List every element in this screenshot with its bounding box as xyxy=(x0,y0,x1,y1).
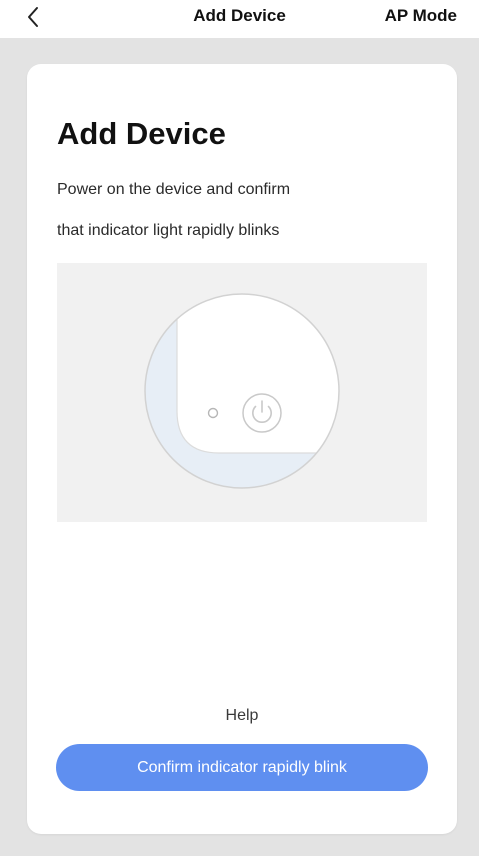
chevron-left-icon xyxy=(28,7,38,27)
add-device-card: Add Device Power on the device and confi… xyxy=(27,64,457,834)
instruction-line-2: that indicator light rapidly blinks xyxy=(57,222,280,239)
confirm-indicator-button[interactable]: Confirm indicator rapidly blink xyxy=(56,744,428,791)
device-illustration xyxy=(57,263,427,522)
card-title: Add Device xyxy=(57,116,226,151)
ap-mode-button[interactable]: AP Mode xyxy=(385,6,457,26)
navigation-bar: Add Device AP Mode xyxy=(0,0,479,38)
back-button[interactable] xyxy=(22,4,44,30)
help-link[interactable]: Help xyxy=(27,707,457,725)
instruction-line-1: Power on the device and confirm xyxy=(57,181,291,198)
device-zoom-circle xyxy=(144,293,340,489)
